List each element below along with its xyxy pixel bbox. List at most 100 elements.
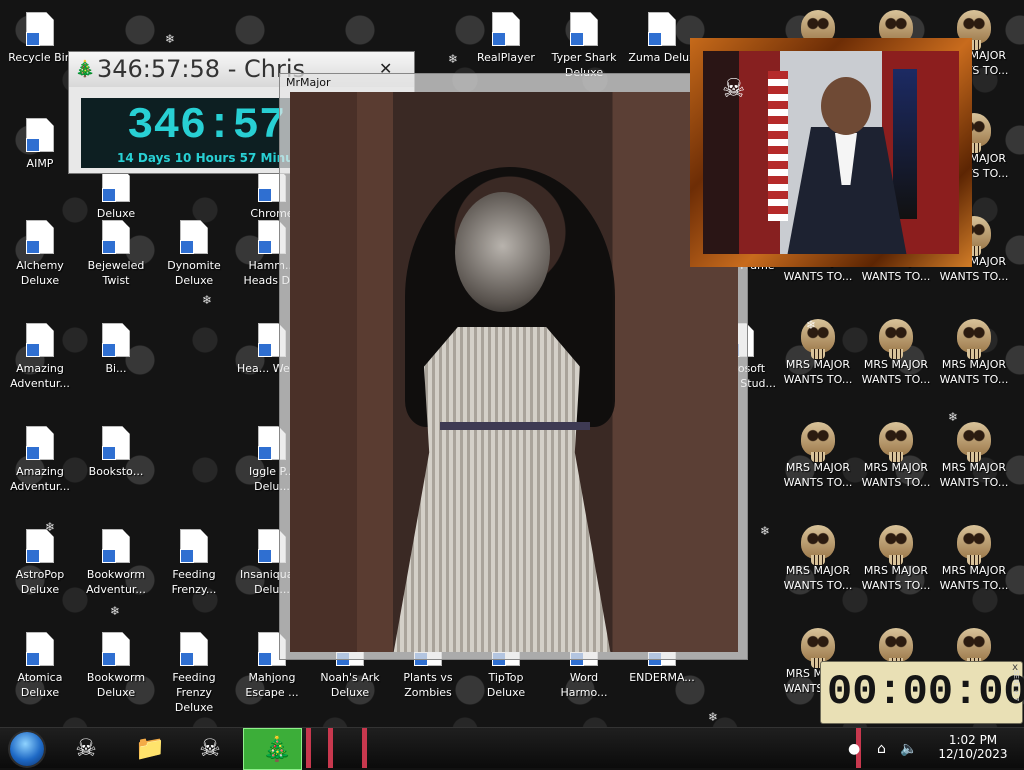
- skull-shortcut[interactable]: MRS MAJOR WANTS TO...: [858, 309, 934, 409]
- desktop-shortcut[interactable]: Bookstо...: [78, 414, 154, 514]
- skull-icon: [957, 525, 991, 565]
- icon-label: Bookworm Deluxe: [86, 671, 146, 699]
- icon-label: MRS MAJOR WANTS TO...: [861, 358, 931, 386]
- desktop-shortcut[interactable]: AstroPop Deluxe: [2, 517, 78, 617]
- icon-label: Feeding Frenzy...: [171, 568, 217, 596]
- taskbar-item[interactable]: [362, 728, 367, 768]
- file-icon: [570, 12, 598, 46]
- icon-label: Dynomite Deluxe: [167, 259, 221, 287]
- icon-label: MRS MAJOR WANTS TO...: [783, 358, 853, 386]
- file-icon: [26, 529, 54, 563]
- file-icon: [26, 632, 54, 666]
- desktop-shortcut[interactable]: Bookworm Adventur...: [78, 517, 154, 617]
- volume-icon[interactable]: 🔈: [900, 741, 917, 757]
- icon-label: Mahjong Escape ...: [245, 671, 299, 699]
- skull-icon: [957, 422, 991, 462]
- christmas-tree-taskbar-button[interactable]: 🎄: [243, 728, 302, 770]
- folder-taskbar-icon[interactable]: 📁: [133, 733, 167, 763]
- icon-label: AIMP: [26, 157, 54, 170]
- icon-label: Bi...: [105, 362, 127, 375]
- countdown-title: 346:57:58 - Chris: [97, 55, 305, 83]
- desktop-shortcut[interactable]: Amazing Adventur...: [2, 414, 78, 514]
- icon-label: Noah's Ark Deluxe: [320, 671, 380, 699]
- timer-window[interactable]: 00:00:00 SEBT 0.7 x: [820, 661, 1024, 724]
- file-icon: [648, 12, 676, 46]
- icon-label: Amazing Adventur...: [10, 362, 70, 390]
- skull-shortcut[interactable]: MRS MAJOR WANTS TO...: [936, 412, 1012, 512]
- icon-label: ENDERMA...: [629, 671, 695, 684]
- skull-shortcut[interactable]: MRS MAJOR WANTS TO...: [858, 515, 934, 615]
- file-icon: [26, 426, 54, 460]
- skull-icon: [801, 525, 835, 565]
- skull-shortcut[interactable]: MRS MAJOR WANTS TO...: [780, 515, 856, 615]
- president-head: [821, 77, 871, 135]
- desktop-shortcut[interactable]: Feeding Frenzy Deluxe: [156, 620, 232, 720]
- skull-icon: [879, 319, 913, 359]
- skull-icon: [801, 628, 835, 668]
- desktop-shortcut[interactable]: Bookworm Deluxe: [78, 620, 154, 720]
- desktop-shortcut[interactable]: Bejeweled Twist: [78, 208, 154, 308]
- icon-label: Atomica Deluxe: [17, 671, 63, 699]
- dark-flag-icon: [893, 69, 917, 219]
- snowflake-icon: ❄: [708, 710, 719, 724]
- snowflake-icon: ❄: [110, 604, 121, 618]
- snowflake-icon: ❄: [202, 293, 213, 307]
- file-icon: [180, 529, 208, 563]
- skull-icon: [957, 319, 991, 359]
- skull-icon: [879, 525, 913, 565]
- icon-label: MRS MAJOR WANTS TO...: [861, 564, 931, 592]
- icon-label: Feeding Frenzy Deluxe: [172, 671, 216, 714]
- skull-icon: [957, 628, 991, 668]
- desktop-shortcut[interactable]: Bi...: [78, 311, 154, 411]
- taskbar-item[interactable]: [328, 728, 333, 768]
- mrmajor-window[interactable]: MrMajor: [279, 73, 748, 660]
- timer-value: 00:00:00: [827, 668, 1024, 716]
- desktop-shortcut[interactable]: Alchemy Deluxe: [2, 208, 78, 308]
- start-button[interactable]: [10, 732, 44, 766]
- skull-shortcut[interactable]: MRS MAJOR WANTS TO...: [780, 412, 856, 512]
- icon-label: Recycle Bin: [8, 51, 72, 64]
- mrmajor-title[interactable]: MrMajor: [280, 74, 747, 92]
- portrait-frame[interactable]: [690, 38, 972, 267]
- file-icon: [492, 12, 520, 46]
- skull-taskbar-icon[interactable]: ☠: [193, 733, 227, 763]
- timer-side-label: SEBT 0.7: [1012, 670, 1020, 702]
- file-icon: [102, 632, 130, 666]
- skull-icon: [879, 628, 913, 668]
- icon-label: MRS MAJOR WANTS TO...: [939, 564, 1009, 592]
- network-icon[interactable]: ⌂: [877, 741, 886, 757]
- skull-shortcut[interactable]: MRS MAJOR WANTS TO...: [936, 515, 1012, 615]
- icon-label: MRS MAJOR WANTS TO...: [783, 564, 853, 592]
- snowflake-icon: ❄: [760, 524, 771, 538]
- snowflake-icon: ❄: [948, 410, 959, 424]
- close-icon[interactable]: x: [1012, 662, 1018, 673]
- desktop-shortcut[interactable]: AIMP: [2, 106, 78, 206]
- icon-label: Word Harmo...: [560, 671, 608, 699]
- christmas-tree-icon: 🎄: [75, 59, 95, 78]
- skull-shortcut[interactable]: MRS MAJOR WANTS TO...: [936, 309, 1012, 409]
- desktop-shortcut[interactable]: Amazing Adventur...: [2, 311, 78, 411]
- desktop-shortcut[interactable]: Feeding Frenzy...: [156, 517, 232, 617]
- skull-taskbar-icon[interactable]: ☠: [69, 733, 103, 763]
- icon-label: Bookworm Adventur...: [86, 568, 146, 596]
- icon-label: MRS MAJOR WANTS TO...: [783, 461, 853, 489]
- icon-label: RealPlayer: [477, 51, 535, 64]
- doll-head: [455, 192, 550, 312]
- icon-label: TipTop Deluxe: [486, 671, 526, 699]
- clock[interactable]: 1:02 PM 12/10/2023: [938, 733, 1008, 761]
- skull-shortcut[interactable]: MRS MAJOR WANTS TO...: [858, 412, 934, 512]
- clock-date: 12/10/2023: [938, 747, 1008, 761]
- icon-label: Bejeweled Twist: [87, 259, 145, 287]
- skull-shortcut[interactable]: MRS MAJOR WANTS TO...: [780, 309, 856, 409]
- dot-icon[interactable]: ●: [848, 741, 860, 757]
- desktop-shortcut[interactable]: Dynomite Deluxe: [156, 208, 232, 308]
- desktop-shortcut[interactable]: Recycle Bin: [2, 0, 78, 100]
- icon-label: MRS MAJOR WANTS TO...: [861, 461, 931, 489]
- icon-label: MRS MAJOR WANTS TO...: [939, 461, 1009, 489]
- taskbar-item[interactable]: [306, 728, 311, 768]
- desktop-shortcut[interactable]: Atomica Deluxe: [2, 620, 78, 720]
- file-icon: [102, 323, 130, 357]
- desktop: Recycle Bin AIMP Alchemy Deluxe Amazing Adv…: [0, 0, 1024, 728]
- skull-icon: [879, 422, 913, 462]
- file-icon: [102, 426, 130, 460]
